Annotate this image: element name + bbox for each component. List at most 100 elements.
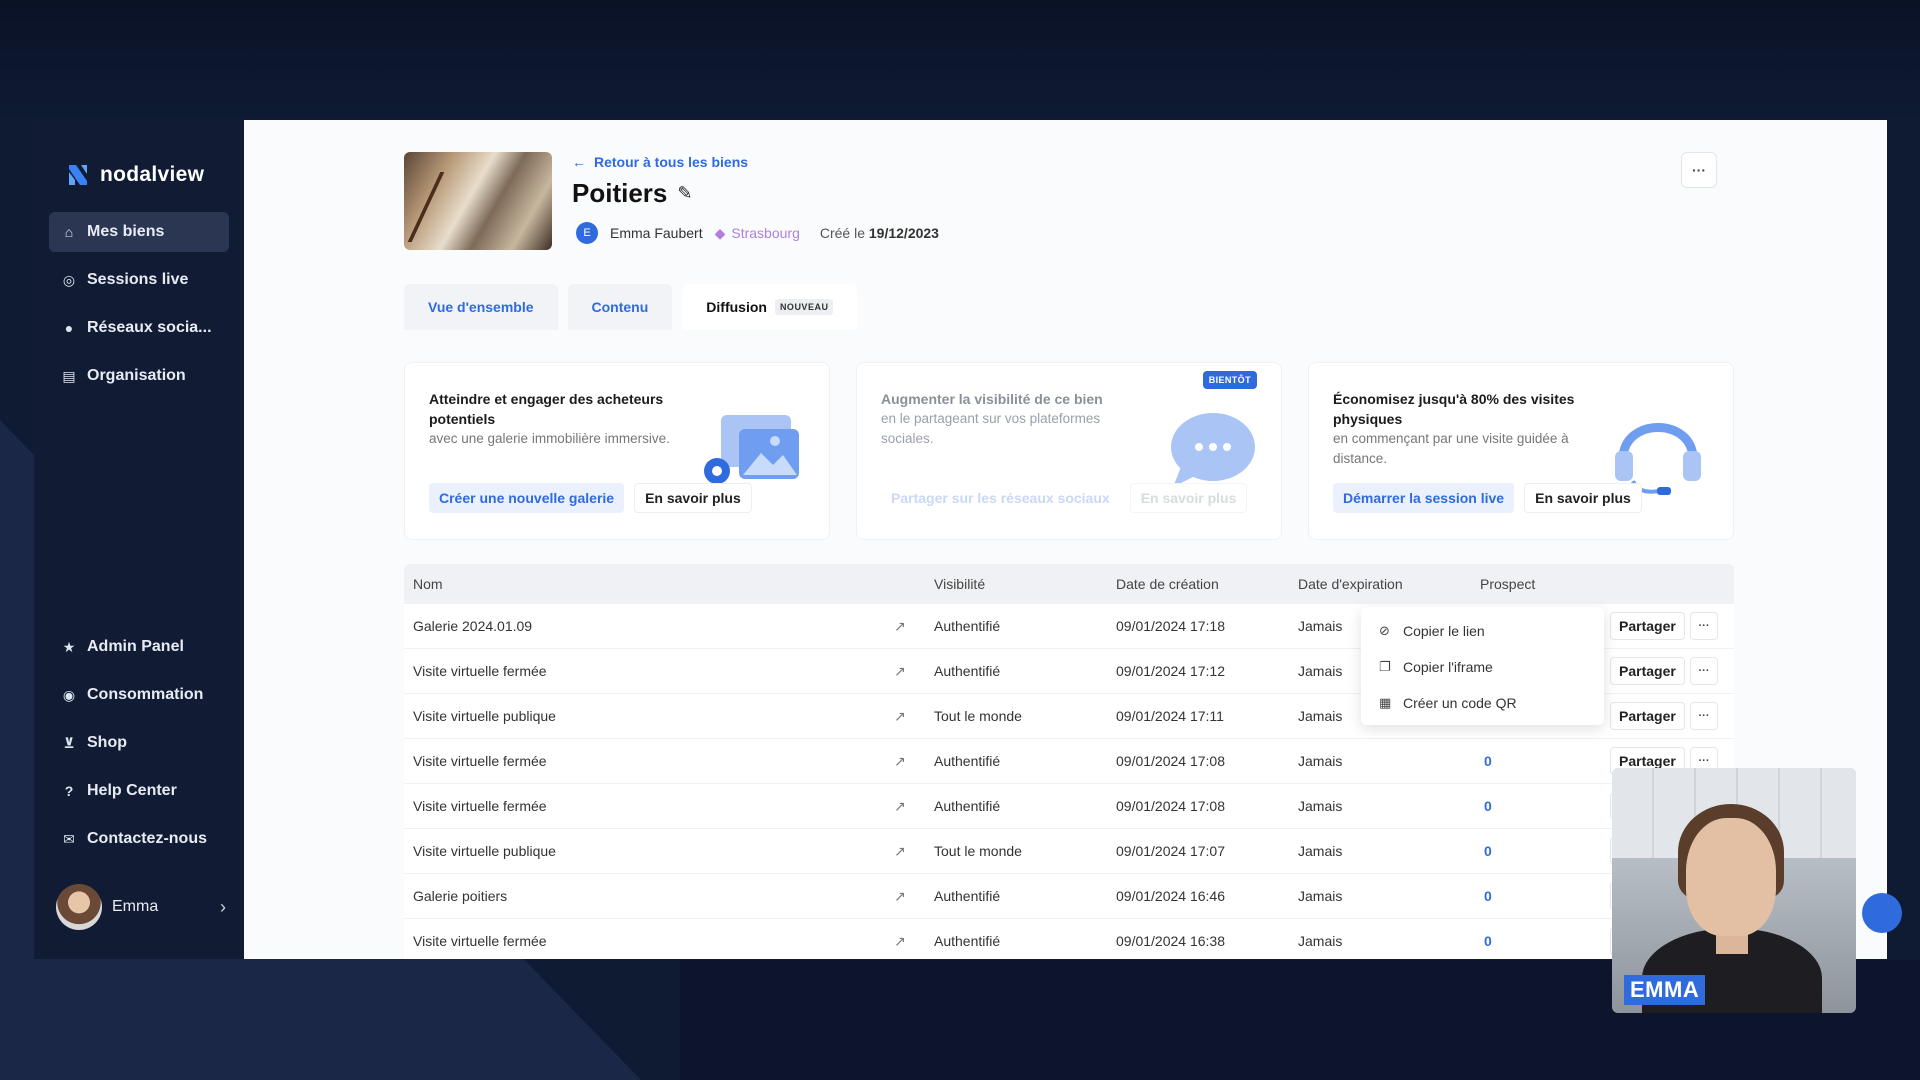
external-link-icon[interactable]: ↗ [894,933,934,950]
card-actions: Démarrer la session live En savoir plus [1333,483,1642,513]
row-visibility: Authentifié [934,753,1001,769]
sidebar-item-consommation[interactable]: ◉ Consommation [49,675,229,715]
sidebar-item-help-center[interactable]: ? Help Center [49,771,229,811]
row-prospect[interactable]: 0 [1480,933,1610,949]
row-prospect[interactable]: 0 [1480,843,1610,859]
share-button[interactable]: Partager [1610,612,1685,640]
row-name[interactable]: Galerie poitiers [404,888,894,904]
sidebar-item-label: Contactez-nous [87,830,207,847]
row-name[interactable]: Galerie 2024.01.09 [404,618,894,634]
sidebar-item-sessions-live[interactable]: ◎ Sessions live [49,260,229,300]
column-header-created[interactable]: Date de création [1116,576,1298,592]
sidebar-item-label: Organisation [87,367,186,384]
start-live-session-button[interactable]: Démarrer la session live [1333,483,1515,513]
row-prospect[interactable]: 0 [1480,798,1610,814]
card-title: Économisez jusqu'à 80% des visites physi… [1333,391,1575,427]
share-button[interactable]: Partager [1610,657,1685,685]
external-link-icon[interactable]: ↗ [894,798,934,815]
sidebar: nodalview ⌂ Mes biens ◎ Sessions live ● … [34,120,244,959]
row-expiration: Jamais [1298,798,1343,814]
sidebar-item-label: Help Center [87,782,177,799]
row-more-button[interactable]: ··· [1690,612,1718,640]
brand-name: nodalview [100,163,205,186]
row-more-button[interactable]: ··· [1690,702,1718,730]
learn-more-button[interactable]: En savoir plus [634,483,752,513]
row-expiration: Jamais [1298,843,1343,859]
table-row[interactable]: Visite virtuelle fermée ↗ Authentifié 09/01… [404,784,1734,829]
row-name[interactable]: Visite virtuelle publique [404,708,894,724]
menu-item-create-qr[interactable]: ▦ Créer un code QR [1361,685,1604,721]
row-visibility: Authentifié [934,663,1001,679]
row-created: 09/01/2024 17:18 [1116,618,1225,634]
table-header: Nom Visibilité Date de création Date d'e… [404,564,1734,604]
share-social-button[interactable]: Partager sur les réseaux sociaux [881,483,1120,513]
coin-icon: ◉ [62,686,76,703]
row-name[interactable]: Visite virtuelle fermée [404,933,894,949]
tab-diffusion[interactable]: Diffusion NOUVEAU [682,284,858,330]
sidebar-item-contact[interactable]: ✉ Contactez-nous [49,819,229,859]
back-link[interactable]: ← Retour à tous les biens [572,154,748,170]
external-link-icon[interactable]: ↗ [894,843,934,860]
row-visibility: Authentifié [934,618,1001,634]
tab-label: Vue d'ensemble [428,299,534,315]
gallery-card: Atteindre et engager des acheteurs poten… [404,362,830,540]
brand-logo[interactable]: nodalview [34,160,244,190]
created-date: 19/12/2023 [868,225,939,241]
more-options-button[interactable]: ··· [1681,152,1717,188]
sidebar-item-mes-biens[interactable]: ⌂ Mes biens [49,212,229,252]
column-header-name[interactable]: Nom [404,576,894,592]
table-row[interactable]: Visite virtuelle fermée ↗ Authentifié 09/01… [404,739,1734,784]
row-created: 09/01/2024 17:07 [1116,843,1225,859]
tab-content[interactable]: Contenu [567,284,673,330]
tab-overview[interactable]: Vue d'ensemble [404,284,558,330]
row-more-button[interactable]: ··· [1690,657,1718,685]
external-link-icon[interactable]: ↗ [894,663,934,680]
table-row[interactable]: Galerie poitiers ↗ Authentifié 09/01/2024 1… [404,874,1734,919]
created-label: Créé le [819,225,865,241]
learn-more-button[interactable]: En savoir plus [1524,483,1642,513]
chevron-right-icon: › [220,896,226,917]
card-title: Atteindre et engager des acheteurs poten… [429,391,664,427]
column-header-prospect[interactable]: Prospect [1480,576,1610,592]
menu-item-copy-link[interactable]: ⊘ Copier le lien [1361,613,1604,649]
pencil-icon[interactable]: ✎ [677,183,692,204]
secondary-nav: ★ Admin Panel ◉ Consommation ⊻ Shop ? He… [49,627,229,867]
external-link-icon[interactable]: ↗ [894,888,934,905]
external-link-icon[interactable]: ↗ [894,618,934,635]
sidebar-item-label: Shop [87,734,127,751]
row-name[interactable]: Visite virtuelle fermée [404,753,894,769]
main-nav: ⌂ Mes biens ◎ Sessions live ● Réseaux so… [34,212,244,396]
cart-icon: ⊻ [63,734,75,751]
share-button[interactable]: Partager [1610,702,1685,730]
row-name[interactable]: Visite virtuelle publique [404,843,894,859]
card-actions: Créer une nouvelle galerie En savoir plu… [429,483,752,513]
column-header-expiration[interactable]: Date d'expiration [1298,576,1480,592]
sidebar-item-organisation[interactable]: ▤ Organisation [49,356,229,396]
chat-launcher-button[interactable] [1862,893,1902,933]
column-header-visibility[interactable]: Visibilité [934,576,1116,592]
row-prospect[interactable]: 0 [1480,753,1610,769]
sidebar-item-reseaux-sociaux[interactable]: ● Réseaux socia... [49,308,229,348]
table-row[interactable]: Visite virtuelle fermée ↗ Authentifié 09/01… [404,919,1734,959]
row-prospect[interactable]: 0 [1480,888,1610,904]
user-menu[interactable]: Emma › [56,884,226,930]
sidebar-item-shop[interactable]: ⊻ Shop [49,723,229,763]
property-thumbnail[interactable] [404,152,552,250]
arrow-left-icon: ← [572,154,586,170]
sidebar-item-admin-panel[interactable]: ★ Admin Panel [49,627,229,667]
app-window: nodalview ⌂ Mes biens ◎ Sessions live ● … [34,120,1887,959]
external-link-icon[interactable]: ↗ [894,753,934,770]
sidebar-item-label: Consommation [87,686,204,703]
location-tag[interactable]: ◆ Strasbourg [715,225,800,242]
sidebar-item-label: Mes biens [87,223,165,240]
row-name[interactable]: Visite virtuelle fermée [404,798,894,814]
menu-item-copy-iframe[interactable]: ❐ Copier l'iframe [1361,649,1604,685]
learn-more-button[interactable]: En savoir plus [1129,483,1248,513]
table-row[interactable]: Visite virtuelle publique ↗ Tout le monde 0… [404,829,1734,874]
row-created: 09/01/2024 16:46 [1116,888,1225,904]
row-name[interactable]: Visite virtuelle fermée [404,663,894,679]
chat-icon: ● [64,320,74,336]
external-link-icon[interactable]: ↗ [894,708,934,725]
create-gallery-button[interactable]: Créer une nouvelle galerie [429,483,625,513]
gallery-illustration-icon [704,415,799,484]
